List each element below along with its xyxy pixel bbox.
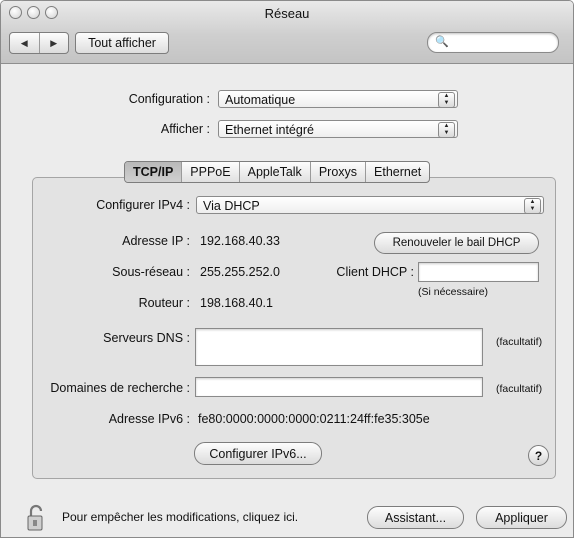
tab-ethernet[interactable]: Ethernet <box>366 162 429 182</box>
navigation-segment: ◀ ▶ <box>9 32 69 54</box>
search-icon: 🔍 <box>435 36 449 48</box>
configure-ipv4-popup[interactable]: Via DHCP ▲ ▼ <box>196 196 544 214</box>
if-needed-note: (Si nécessaire) <box>418 286 489 298</box>
subnet-value: 255.255.252.0 <box>200 265 280 279</box>
configure-ipv4-label: Configurer IPv4 : <box>96 198 190 212</box>
router-value: 198.168.40.1 <box>200 296 273 310</box>
search-domains-optional-note: (facultatif) <box>496 383 543 395</box>
window-title: Réseau <box>264 6 310 21</box>
tab-appletalk[interactable]: AppleTalk <box>240 162 311 182</box>
title-bar: Réseau ◀ ▶ Tout afficher 🔍 <box>1 1 573 64</box>
lock-message: Pour empêcher les modifications, cliquez… <box>62 510 299 524</box>
show-value: Ethernet intégré <box>225 123 314 137</box>
tab-proxys[interactable]: Proxys <box>311 162 367 182</box>
show-label: Afficher : <box>160 122 210 136</box>
network-preferences-window: Réseau ◀ ▶ Tout afficher 🔍 Configuration… <box>0 0 574 538</box>
configuration-label: Configuration : <box>128 92 210 106</box>
configuration-popup[interactable]: Automatique ▲ ▼ <box>218 90 458 108</box>
apply-button[interactable]: Appliquer <box>476 506 567 529</box>
ip-address-label: Adresse IP : <box>122 234 190 248</box>
search-field[interactable]: 🔍 <box>427 32 559 53</box>
popup-arrows-icon: ▲ ▼ <box>524 198 541 214</box>
tab-pppoe[interactable]: PPPoE <box>182 162 240 182</box>
back-arrow-icon[interactable]: ◀ <box>10 33 40 53</box>
forward-arrow-icon[interactable]: ▶ <box>40 33 69 53</box>
tab-tcpip[interactable]: TCP/IP <box>125 162 183 182</box>
show-popup[interactable]: Ethernet intégré ▲ ▼ <box>218 120 458 138</box>
show-all-button[interactable]: Tout afficher <box>75 32 169 54</box>
tab-bar: TCP/IP PPPoE AppleTalk Proxys Ethernet <box>124 161 431 183</box>
ipv6-address-value: fe80:0000:0000:0000:0211:24ff:fe35:305e <box>198 412 430 426</box>
dns-servers-label: Serveurs DNS : <box>103 331 190 345</box>
subnet-label: Sous-réseau : <box>112 265 190 279</box>
help-icon[interactable]: ? <box>528 445 549 466</box>
ipv6-address-label: Adresse IPv6 : <box>108 412 190 426</box>
popup-arrows-icon: ▲ ▼ <box>438 122 455 138</box>
dns-servers-field[interactable] <box>195 328 483 366</box>
lock-icon[interactable] <box>27 504 51 532</box>
dhcp-client-field[interactable] <box>418 262 539 282</box>
popup-arrows-icon: ▲ ▼ <box>438 92 455 108</box>
configure-ipv6-button[interactable]: Configurer IPv6... <box>194 442 322 465</box>
dns-optional-note: (facultatif) <box>496 336 543 348</box>
configure-ipv4-value: Via DHCP <box>203 199 260 213</box>
search-domains-label: Domaines de recherche : <box>50 381 190 395</box>
renew-dhcp-lease-button[interactable]: Renouveler le bail DHCP <box>374 232 539 254</box>
router-label: Routeur : <box>138 296 190 310</box>
assistant-button[interactable]: Assistant... <box>367 506 464 529</box>
configuration-value: Automatique <box>225 93 296 107</box>
search-domains-field[interactable] <box>195 377 483 397</box>
ip-address-value: 192.168.40.33 <box>200 234 280 248</box>
dhcp-client-label: Client DHCP : <box>336 265 414 279</box>
